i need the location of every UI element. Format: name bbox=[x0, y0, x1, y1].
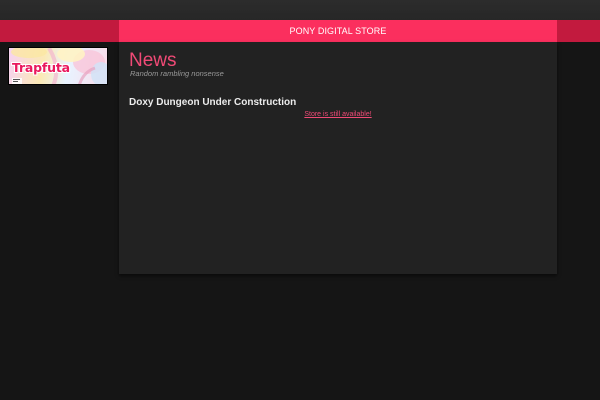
top-bar bbox=[0, 0, 600, 20]
store-available-link[interactable]: Store is still available! bbox=[304, 111, 371, 118]
page-subtitle: Random rambling nonsense bbox=[130, 69, 224, 78]
post-title: Doxy Dungeon Under Construction bbox=[129, 97, 297, 108]
nav-pony-digital-store-link[interactable]: PONY DIGITAL STORE bbox=[290, 26, 387, 36]
sidebar-banner-image[interactable]: Trapfuta bbox=[8, 47, 108, 85]
main-navigation: PONY DIGITAL STORE bbox=[119, 20, 557, 42]
banner-logo-text: Trapfuta bbox=[12, 60, 70, 75]
post-body: Store is still available! bbox=[119, 111, 557, 118]
content-panel: News Random rambling nonsense Doxy Dunge… bbox=[119, 42, 557, 274]
